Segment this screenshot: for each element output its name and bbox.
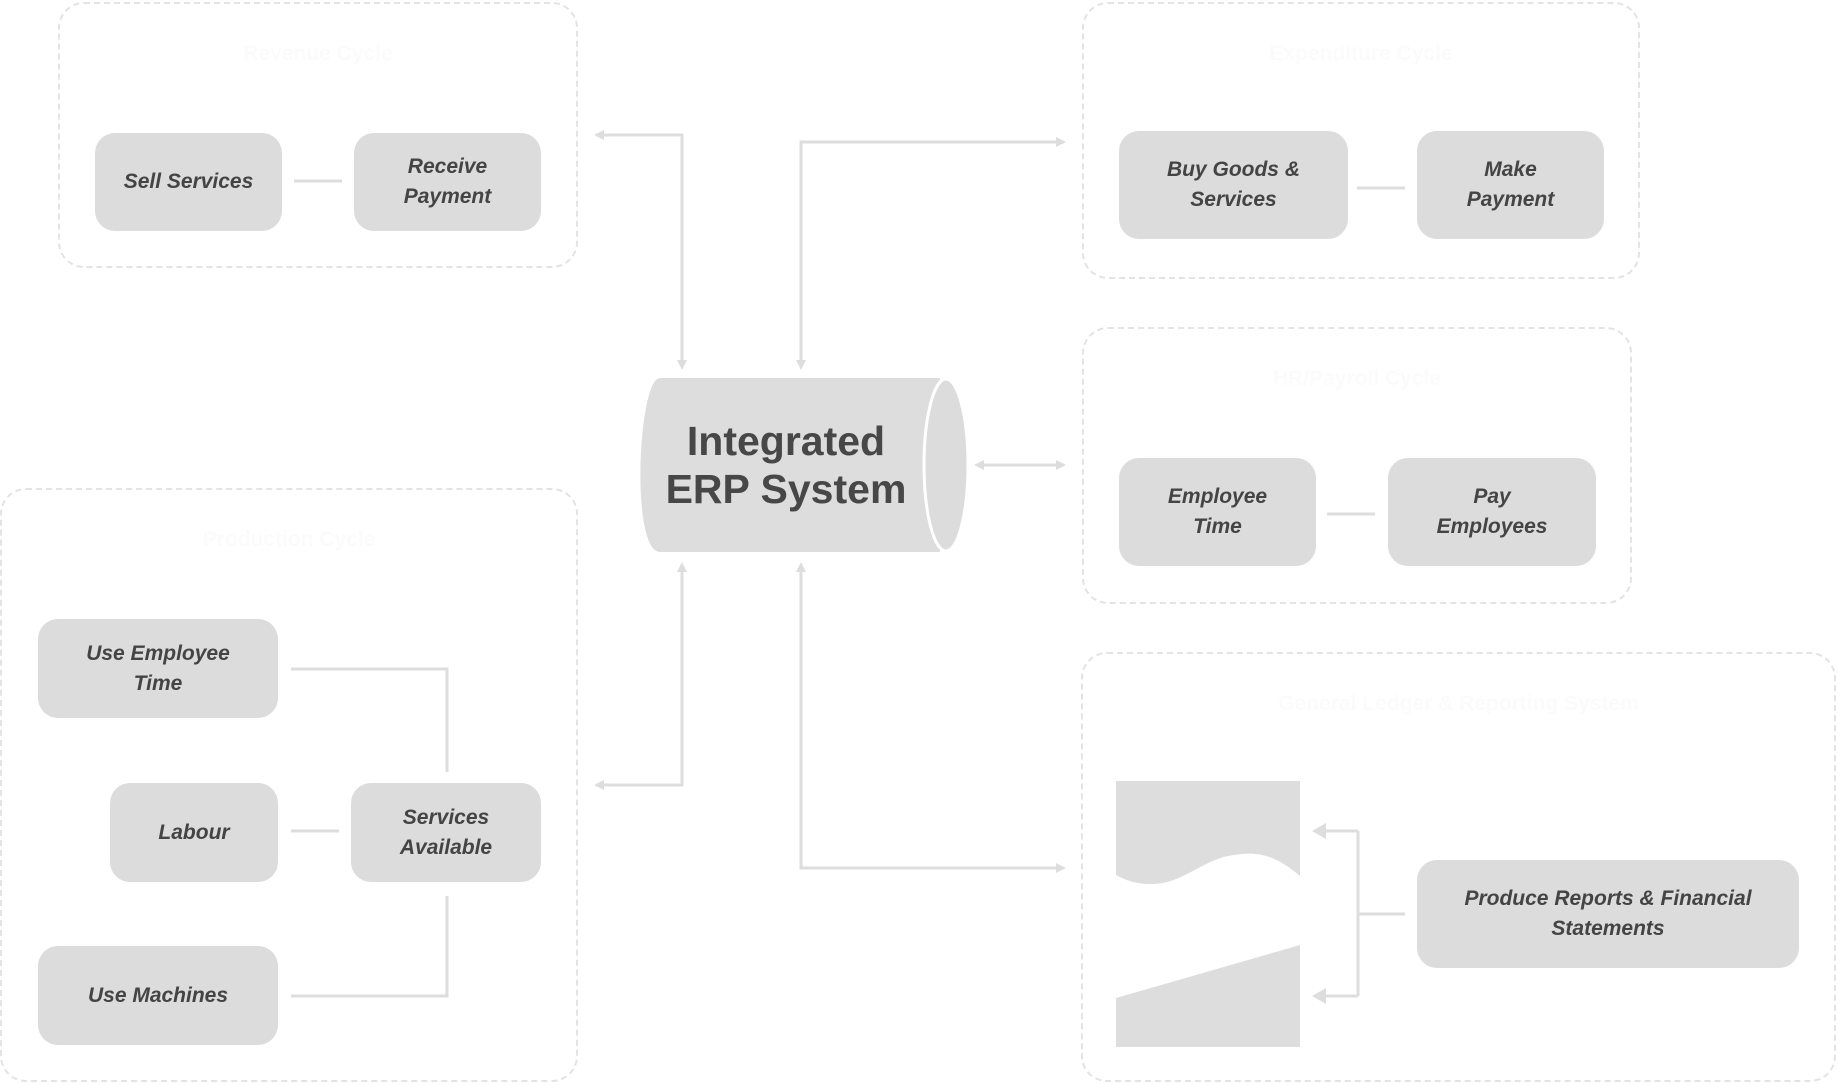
node-make-payment[interactable]: Make Payment xyxy=(1417,131,1604,239)
connector-erp-reporting xyxy=(796,562,1066,873)
node-services-available[interactable]: Services Available xyxy=(351,783,541,882)
node-employee-time[interactable]: Employee Time xyxy=(1119,458,1316,566)
connector-erp-revenue xyxy=(594,130,687,370)
node-receive-payment[interactable]: Receive Payment xyxy=(354,133,541,231)
group-title: General Ledger & Reporting System xyxy=(1278,692,1639,715)
erp-cylinder xyxy=(640,378,940,552)
node-pay-employees[interactable]: Pay Employees xyxy=(1388,458,1596,566)
connector-erp-production xyxy=(594,562,687,790)
group-title: HR/Payroll Cycle xyxy=(1272,367,1442,390)
node-sell-services[interactable]: Sell Services xyxy=(95,133,282,231)
node-use-machines[interactable]: Use Machines xyxy=(38,946,278,1045)
node-buy-goods-services[interactable]: Buy Goods & Services xyxy=(1119,131,1348,239)
connector-erp-expenditure xyxy=(796,137,1066,370)
erp-cylinder-cap xyxy=(922,377,970,553)
node-use-employee-time[interactable]: Use Employee Time xyxy=(38,619,278,718)
node-produce-reports[interactable]: Produce Reports & Financial Statements xyxy=(1417,860,1799,968)
group-title: Revenue Cycle xyxy=(243,42,393,65)
group-title: Expenditure Cycle xyxy=(1269,42,1453,65)
node-labour[interactable]: Labour xyxy=(110,783,278,882)
group-title: Production Cycle xyxy=(202,528,376,551)
